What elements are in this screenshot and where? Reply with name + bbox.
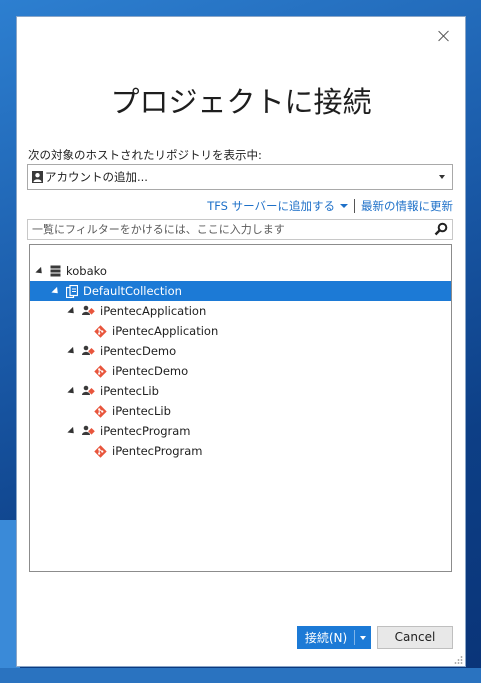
team-project-icon [82,345,95,357]
team-project-icon [82,425,95,437]
project-tree: kobako DefaultCollection iPentecApplicat… [29,244,452,572]
connect-button[interactable]: 接続(N) [297,626,371,649]
tree-node-repository[interactable]: iPentecLib [30,401,451,421]
filter-box [27,219,453,240]
git-repository-icon [94,364,107,378]
filter-input[interactable] [28,220,422,239]
tree-node-collection[interactable]: DefaultCollection [30,281,451,301]
expander-icon[interactable] [67,426,77,436]
expander-icon[interactable] [51,286,61,296]
account-icon [32,171,43,183]
chevron-down-icon[interactable] [340,204,348,208]
git-repository-icon [94,324,107,338]
tree-node-project[interactable]: iPentecLib [30,381,451,401]
tree-node-label: iPentecDemo [100,344,177,358]
tree-node-label: iPentecProgram [112,444,203,458]
resize-grip-icon[interactable] [453,654,463,664]
close-icon[interactable] [437,29,451,43]
tree-node-label: iPentecProgram [100,424,191,438]
server-icon [50,265,61,277]
tree-node-server[interactable]: kobako [30,261,451,281]
team-project-icon [82,385,95,397]
tree-node-label: DefaultCollection [83,284,182,298]
expander-icon[interactable] [67,386,77,396]
account-combobox-value: アカウントの追加... [45,170,148,184]
tree-node-project[interactable]: iPentecDemo [30,341,451,361]
cancel-button[interactable]: Cancel [377,626,453,649]
refresh-link[interactable]: 最新の情報に更新 [361,198,453,214]
chevron-down-icon[interactable] [360,635,366,640]
taskbar-edge [0,668,481,683]
add-tfs-server-link[interactable]: TFS サーバーに追加する [207,198,335,214]
expander-icon[interactable] [67,306,77,316]
split-divider [354,630,355,645]
tree-node-label: iPentecApplication [112,324,219,338]
tree-node-label: iPentecLib [100,384,159,398]
tree-node-project[interactable]: iPentecProgram [30,421,451,441]
tree-node-label: iPentecLib [112,404,171,418]
tree-node-repository[interactable]: iPentecApplication [30,321,451,341]
dialog-title: プロジェクトに接続 [110,85,372,119]
hosted-repositories-label: 次の対象のホストされたリポジトリを表示中: [28,148,262,162]
collection-icon [66,284,78,298]
tree-node-repository[interactable]: iPentecProgram [30,441,451,461]
team-project-icon [82,305,95,317]
connect-button-label[interactable]: 接続(N) [298,629,354,646]
tree-node-label: iPentecApplication [100,304,207,318]
tree-node-label: iPentecDemo [112,364,189,378]
git-repository-icon [94,404,107,418]
git-repository-icon [94,444,107,458]
link-separator [354,199,355,213]
tree-node-repository[interactable]: iPentecDemo [30,361,451,381]
chevron-down-icon[interactable] [439,175,445,179]
server-links: TFS サーバーに追加する 最新の情報に更新 [207,198,453,214]
expander-icon[interactable] [67,346,77,356]
expander-icon[interactable] [35,266,45,276]
account-combobox[interactable]: アカウントの追加... [27,164,453,190]
search-icon[interactable] [434,222,448,239]
tree-node-label: kobako [66,264,107,278]
connect-to-project-dialog: プロジェクトに接続 次の対象のホストされたリポジトリを表示中: アカウントの追加… [16,16,466,667]
tree-node-project[interactable]: iPentecApplication [30,301,451,321]
